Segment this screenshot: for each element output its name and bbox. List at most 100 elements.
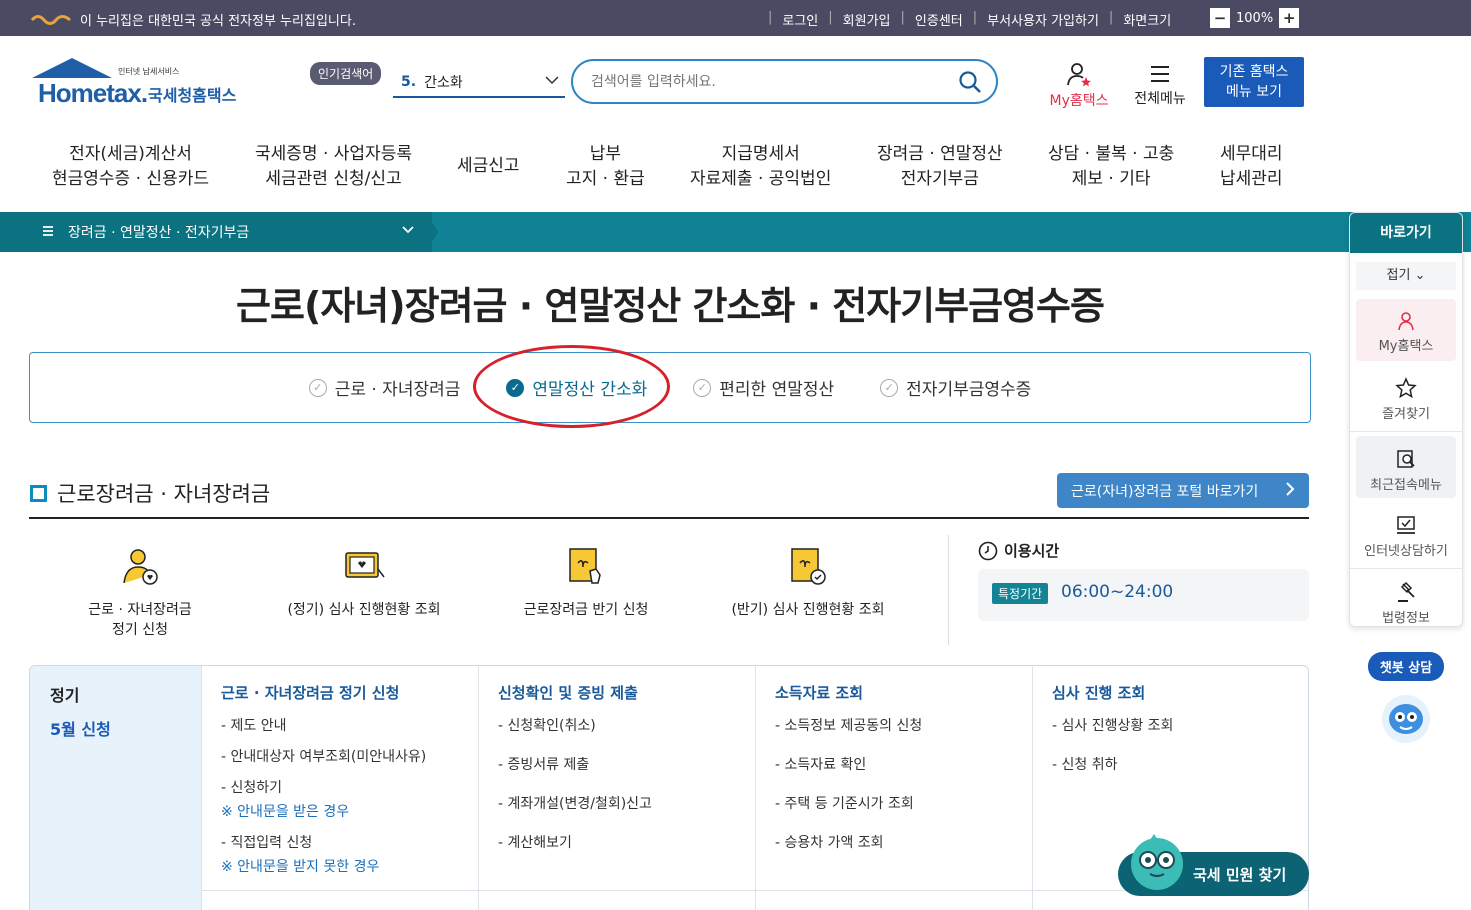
gnb-item-einvoice[interactable]: 전자(세금)계산서 현금영수증 · 신용카드: [52, 142, 209, 192]
all-menu-button[interactable]: 전체메뉴: [1128, 60, 1192, 108]
zoom-control: − 100% +: [1210, 8, 1300, 28]
sidebar-item-recent[interactable]: 최근접속메뉴: [1356, 436, 1456, 498]
column-header[interactable]: 심사 진행 조회: [1052, 682, 1291, 703]
list-item[interactable]: - 제도 안내: [221, 715, 459, 735]
breadcrumb-bar: 장려금 · 연말정산 · 전자기부금: [0, 212, 1471, 252]
zoom-out-button[interactable]: −: [1210, 8, 1230, 28]
portal-shortcut-button[interactable]: 근로(자녀)장려금 포털 바로가기: [1057, 473, 1309, 508]
sidebar-item-law[interactable]: 법령정보: [1350, 569, 1462, 626]
hometax-logo[interactable]: 인터넷 납세서비스 Hometax. 국세청홈택스: [30, 58, 250, 108]
tab-convenient[interactable]: ✓ 편리한 연말정산: [693, 375, 834, 400]
logo-korean: 국세청홈택스: [148, 86, 237, 105]
gnb-item-tax-return[interactable]: 세금신고: [457, 154, 520, 179]
dept-user-signup-link[interactable]: 부서사용자 가입하기: [987, 10, 1099, 29]
gnb-item-incentive[interactable]: 장려금 · 연말정산 전자기부금: [877, 142, 1003, 192]
recent-search-icon: [1397, 450, 1415, 468]
list-item[interactable]: - 계산해보기: [498, 832, 736, 852]
old-hometax-menu-button[interactable]: 기존 홈택스 메뉴 보기: [1204, 57, 1304, 107]
list-item[interactable]: - 신청확인(취소): [498, 715, 736, 735]
gnb-item-tax-agent[interactable]: 세무대리 납세관리: [1220, 142, 1283, 192]
list-item[interactable]: - 계좌개설(변경/철회)신고: [498, 793, 736, 813]
chatbot-mascot-icon: [1382, 695, 1430, 743]
shortcut-regular-status[interactable]: (정기) 심사 진행현황 조회: [280, 545, 448, 619]
gnb-item-certificate[interactable]: 국세증명 · 사업자등록 세금관련 신청/신고: [255, 142, 412, 192]
popular-term: 간소화: [424, 75, 463, 91]
chatbot-label: 챗봇 상담: [1368, 652, 1444, 681]
list-item[interactable]: - 직접입력 신청: [221, 832, 459, 852]
column-header[interactable]: 신청확인 및 증빙 제출: [498, 682, 736, 703]
tax-civil-finder-button[interactable]: 국세 민원 찾기: [1118, 834, 1309, 896]
chatbot-button[interactable]: 챗봇 상담: [1368, 652, 1444, 749]
cert-center-link[interactable]: 인증센터: [915, 10, 963, 29]
column-header[interactable]: 소득자료 조회: [775, 682, 1013, 703]
service-grid: 정기 5월 신청 근로 · 자녀장려금 정기 신청 - 제도 안내 - 안내대상…: [29, 665, 1309, 910]
zoom-value: 100%: [1236, 10, 1274, 26]
check-circle-icon: ✓: [693, 378, 712, 397]
tax-civil-finder-label: 국세 민원 찾기: [1193, 865, 1287, 884]
list-item[interactable]: - 신청하기: [221, 777, 459, 797]
page-title: 근로(자녀)장려금 · 연말정산 간소화 · 전자기부금영수증: [236, 284, 1105, 328]
list-item[interactable]: - 안내대상자 여부조회(미안내사유): [221, 746, 459, 766]
list-item[interactable]: - 소득자료 확인: [775, 754, 1013, 774]
list-item[interactable]: - 주택 등 기준시가 조회: [775, 793, 1013, 813]
section-divider: [29, 517, 1309, 519]
section-square-icon: [30, 484, 47, 502]
myhometax-button[interactable]: My홈택스: [1045, 60, 1113, 110]
site-header: 인터넷 납세서비스 Hometax. 국세청홈택스 인기검색어 5. 간소화 M…: [0, 36, 1471, 126]
chevron-down-icon: [545, 74, 559, 88]
grid-column-apply: 근로 · 자녀장려금 정기 신청 - 제도 안내 - 안내대상자 여부조회(미안…: [201, 666, 478, 910]
all-menu-label: 전체메뉴: [1134, 91, 1186, 107]
shortcut-regular-apply[interactable]: 근로 · 자녀장려금 정기 신청: [70, 545, 210, 639]
usage-time-value: 06:00~24:00: [1061, 582, 1174, 602]
breadcrumb[interactable]: 장려금 · 연말정산 · 전자기부금: [0, 212, 432, 252]
menu-icon: [42, 222, 54, 244]
chevron-down-icon: [402, 223, 414, 237]
user-star-icon: [1067, 63, 1091, 87]
column-header[interactable]: 근로 · 자녀장려금 정기 신청: [221, 682, 459, 703]
grid-lead-period: 정기: [50, 686, 80, 705]
star-icon: [1395, 377, 1417, 399]
sidebar-item-consult[interactable]: 인터넷상담하기: [1350, 502, 1462, 569]
search-input[interactable]: [591, 73, 951, 90]
grid-lead-month: 5월 신청: [50, 720, 111, 739]
sidebar-item-favorites[interactable]: 즐겨찾기: [1350, 365, 1462, 432]
gov-emblem-icon: [30, 14, 71, 25]
tab-donation-receipt[interactable]: ✓ 전자기부금영수증: [880, 375, 1031, 400]
check-circle-icon: ✓: [308, 378, 327, 397]
list-item[interactable]: - 심사 진행상황 조회: [1052, 715, 1291, 735]
document-check-icon: [791, 548, 826, 585]
shortcut-semiannual-status[interactable]: (반기) 심사 진행현황 조회: [722, 545, 894, 619]
tab-incentive[interactable]: ✓ 근로 · 자녀장려금: [308, 375, 460, 400]
clock-icon: [978, 541, 998, 560]
list-item[interactable]: - 승용차 가액 조회: [775, 832, 1013, 852]
gnb-item-statement[interactable]: 지급명세서 자료제출 · 공익법인: [690, 142, 831, 192]
gnb-item-payment[interactable]: 납부 고지 · 환급: [566, 142, 645, 192]
usage-time-box: 특정기간 06:00~24:00: [978, 569, 1309, 621]
logo-tagline: 인터넷 납세서비스: [118, 67, 180, 76]
shortcut-semiannual-apply[interactable]: 근로장려금 반기 신청: [512, 545, 660, 619]
list-item[interactable]: - 증빙서류 제출: [498, 754, 736, 774]
gnb-item-consult[interactable]: 상담 · 불복 · 고충 제보 · 기타: [1048, 142, 1174, 192]
chevron-right-icon: [1285, 481, 1295, 501]
usage-time-title: 이용시간: [978, 540, 1059, 561]
list-item[interactable]: - 신청 취하: [1052, 754, 1291, 774]
search-box: [571, 59, 998, 104]
grid-column-income: 소득자료 조회 - 소득정보 제공동의 신청 - 소득자료 확인 - 주택 등 …: [755, 666, 1032, 910]
signup-link[interactable]: 회원가입: [843, 10, 891, 29]
logo-roof-icon: [32, 58, 112, 78]
mascot-icon: [1131, 834, 1183, 890]
document-hand-icon: [569, 548, 601, 584]
search-icon[interactable]: [958, 70, 982, 98]
sidebar-fold-button[interactable]: 접기 ⌄: [1356, 262, 1456, 290]
highlight-annotation: [473, 345, 670, 428]
tab-bar: ✓ 근로 · 자녀장려금 ✓ 연말정산 간소화 ✓ 편리한 연말정산 ✓ 전자기부금영수…: [29, 352, 1311, 423]
list-item[interactable]: - 소득정보 제공동의 신청: [775, 715, 1013, 735]
login-link[interactable]: 로그인: [782, 10, 818, 29]
popular-search-select[interactable]: 5. 간소화: [393, 68, 565, 98]
old-menu-line1: 기존 홈택스: [1219, 64, 1289, 80]
sidebar-item-myhometax[interactable]: My홈택스: [1356, 299, 1456, 361]
list-note: ※ 안내문을 받은 경우: [221, 804, 350, 820]
zoom-in-button[interactable]: +: [1279, 8, 1300, 28]
breadcrumb-arrow: [426, 212, 438, 252]
hamburger-icon: [1151, 66, 1169, 82]
